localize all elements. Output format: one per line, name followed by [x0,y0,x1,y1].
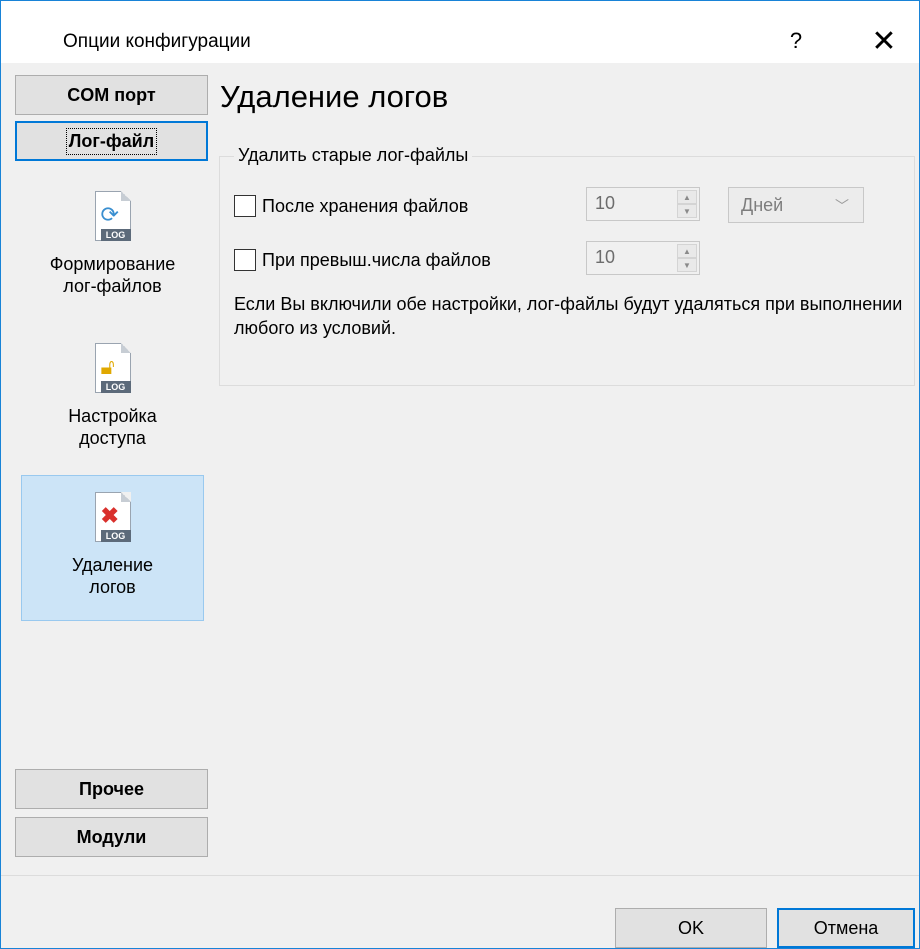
modules-button[interactable]: Модули [15,817,208,857]
other-button[interactable]: Прочее [15,769,208,809]
cancel-button[interactable]: Отмена [777,908,915,948]
modules-label: Модули [76,826,147,847]
footer: OK Отмена [1,875,919,948]
sidebar: COM порт Лог-файл ⟳ LOG Формирование лог… [1,63,216,875]
close-button[interactable]: ✕ [862,23,906,59]
log-delete-icon: ✖ LOG [91,492,135,550]
log-refresh-icon: ⟳ LOG [91,191,135,249]
file-count-option[interactable]: При превыш.числа файлов [234,245,491,275]
sidebar-item-label: Удаление [71,555,154,575]
days-value: 10 [595,193,616,213]
group-title: Удалить старые лог-файлы [234,145,473,166]
ok-button[interactable]: OK [615,908,767,948]
sidebar-item-access-settings[interactable]: 🔓︎ LOG Настройка доступа [21,335,204,475]
window-title: Опции конфигурации [63,31,251,52]
page-title: Удаление логов [220,79,449,114]
info-text: Если Вы включили обе настройки, лог-файл… [234,294,903,338]
days-stepper[interactable]: 10 ▲ ▼ [586,187,700,221]
log-lock-icon: 🔓︎ LOG [91,343,135,401]
config-options-window: Опции конфигурации ? ✕ COM порт Лог-файл… [0,0,920,949]
sidebar-item-log-formation[interactable]: ⟳ LOG Формирование лог-файлов [21,181,204,321]
spin-up-icon[interactable]: ▲ [677,190,697,204]
log-file-button[interactable]: Лог-файл [15,121,208,161]
spin-down-icon[interactable]: ▼ [677,258,697,272]
sidebar-item-label: лог-файлов [63,276,162,296]
period-unit-select[interactable]: Дней ﹀ [728,187,864,223]
main-panel: Удаление логов Удалить старые лог-файлы … [216,63,919,875]
sidebar-item-delete-logs[interactable]: ✖ LOG Удаление логов [21,475,204,621]
after-storage-checkbox[interactable] [234,195,256,217]
sidebar-item-label: доступа [79,428,146,448]
sidebar-item-label: Формирование [49,254,176,274]
spin-down-icon[interactable]: ▼ [677,204,697,218]
file-count-stepper[interactable]: 10 ▲ ▼ [586,241,700,275]
com-port-label: COM порт [67,84,156,105]
sidebar-item-label: логов [89,577,136,597]
sidebar-item-label: Настройка [68,406,157,426]
delete-old-logs-group: Удалить старые лог-файлы После хранения … [219,145,915,386]
file-count-value: 10 [595,247,616,267]
log-file-label: Лог-файл [65,127,158,155]
title-bar: Опции конфигурации ? ✕ [1,1,919,63]
close-icon: ✕ [871,24,897,58]
after-storage-option[interactable]: После хранения файлов [234,191,468,221]
chevron-down-icon: ﹀ [835,198,849,214]
file-count-label: При превыш.числа файлов [262,249,491,270]
spin-up-icon[interactable]: ▲ [677,244,697,258]
file-count-checkbox[interactable] [234,249,256,271]
after-storage-label: После хранения файлов [262,195,469,216]
other-label: Прочее [79,778,144,799]
com-port-button[interactable]: COM порт [15,75,208,115]
help-button[interactable]: ? [774,23,818,59]
period-unit-value: Дней [741,195,784,215]
